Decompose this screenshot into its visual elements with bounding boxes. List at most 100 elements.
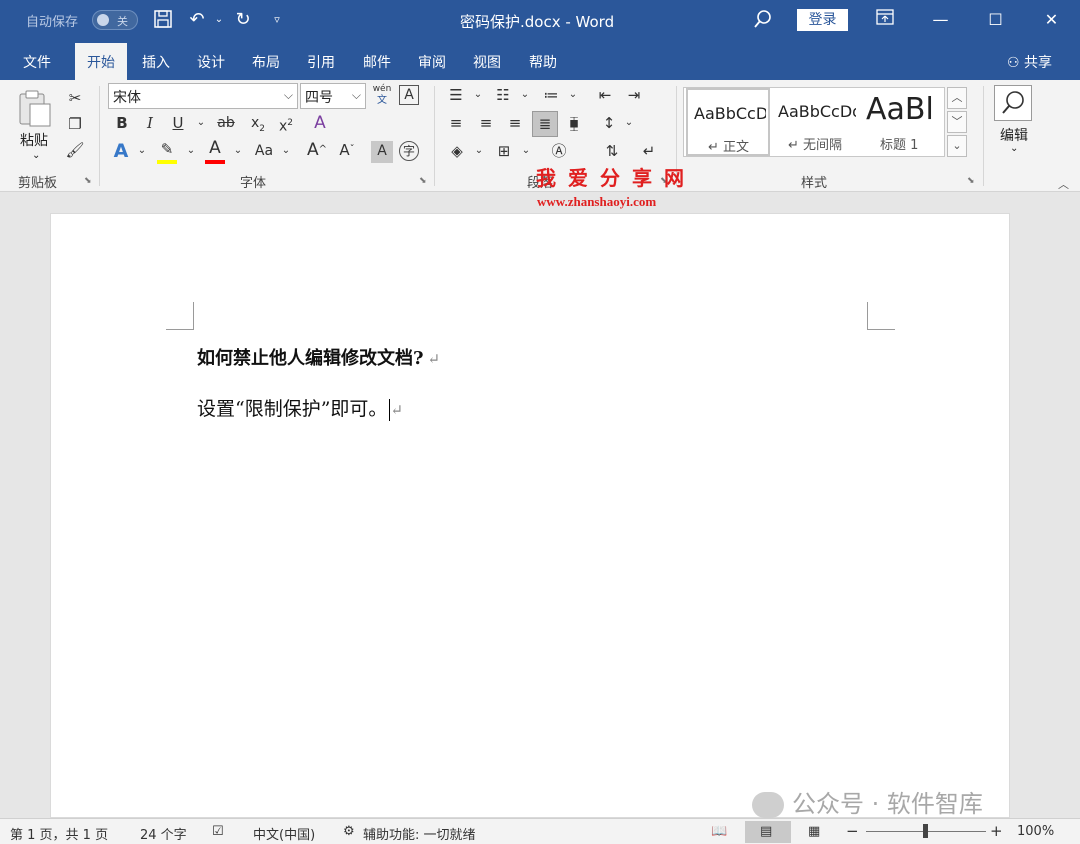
tab-file[interactable]: 文件 [23, 52, 51, 72]
align-left-icon[interactable]: ≡ [445, 113, 467, 135]
clipboard-launcher-icon[interactable]: ⬊ [84, 176, 92, 186]
change-case-icon[interactable]: Aa [253, 141, 275, 163]
style-sample: AaBl [866, 92, 934, 127]
share-button[interactable]: ⚇ 共享 [1007, 52, 1052, 72]
show-marks-icon[interactable]: ↵ [638, 141, 660, 163]
tab-references[interactable]: 引用 [307, 52, 335, 72]
read-mode-icon[interactable]: 📖 [711, 824, 727, 839]
align-center-icon[interactable]: ≡ [475, 113, 497, 135]
autosave-toggle[interactable]: 关 [92, 10, 138, 30]
line-spacing-icon[interactable]: ↕ [598, 113, 620, 135]
zoom-slider-thumb[interactable] [923, 824, 928, 838]
minimize-icon[interactable]: — [913, 0, 968, 40]
chevron-down-icon[interactable]: ⌄ [227, 141, 249, 163]
chevron-down-icon[interactable]: ⌄ [468, 141, 490, 163]
undo-icon[interactable]: ↶ [186, 9, 208, 31]
chinese-layout-icon[interactable]: Ⓐ [548, 141, 570, 163]
page-info[interactable]: 第 1 页，共 1 页 [10, 824, 108, 843]
text-effects-icon[interactable]: A [110, 141, 132, 163]
font-name-combo[interactable]: 宋体 ⌵ [108, 83, 298, 109]
customize-icon[interactable]: ▿ [266, 9, 288, 31]
decrease-indent-icon[interactable]: ⇤ [594, 85, 616, 107]
tab-view[interactable]: 视图 [473, 52, 501, 72]
numbering-icon[interactable]: ☷ [492, 85, 514, 107]
tab-home[interactable]: 开始 [75, 43, 127, 80]
chevron-down-icon[interactable]: ⌄ [275, 141, 297, 163]
tab-help[interactable]: 帮助 [529, 52, 557, 72]
login-button[interactable]: 登录 [797, 9, 848, 31]
italic-icon[interactable]: I [139, 113, 161, 135]
print-layout-icon[interactable]: ▤ [760, 824, 772, 839]
style-heading-1[interactable]: AaBl 标题 1 [860, 88, 944, 156]
web-layout-icon[interactable]: ▦ [808, 824, 820, 839]
paste-button[interactable]: 粘贴 ⌄ [14, 88, 60, 168]
bullets-icon[interactable]: ☰ [445, 85, 467, 107]
font-launcher-icon[interactable]: ⬊ [419, 176, 427, 186]
subscript-icon[interactable]: x2 [247, 113, 269, 135]
superscript-icon[interactable]: x2 [275, 113, 297, 135]
language-indicator[interactable]: 中文(中国) [253, 824, 315, 843]
increase-indent-icon[interactable]: ⇥ [623, 85, 645, 107]
chevron-down-icon[interactable]: ⌄ [515, 141, 537, 163]
zoom-out-button[interactable]: − [846, 822, 859, 840]
styles-scroll-up-icon[interactable]: ︿ [947, 87, 967, 109]
justify-icon[interactable]: ≣ [532, 111, 558, 137]
font-size-combo[interactable]: 四号 ⌵ [300, 83, 366, 109]
styles-more-icon[interactable]: ⌄ [947, 135, 967, 157]
tab-layout[interactable]: 布局 [252, 52, 280, 72]
copy-icon[interactable]: ❐ [64, 114, 86, 136]
redo-icon[interactable]: ↻ [232, 9, 254, 31]
maximize-icon[interactable]: ☐ [968, 0, 1023, 40]
tab-review[interactable]: 审阅 [418, 52, 446, 72]
cut-icon[interactable]: ✂ [64, 88, 86, 110]
sort-icon[interactable]: ⇅ [601, 141, 623, 163]
shrink-font-icon[interactable]: Aˇ [336, 140, 358, 162]
grow-font-icon[interactable]: A^ [306, 140, 328, 162]
zoom-in-button[interactable]: + [990, 822, 1003, 840]
style-normal[interactable]: AaBbCcDd ↵ 正文 [686, 88, 770, 156]
chevron-down-icon[interactable]: ⌄ [190, 113, 212, 135]
align-right-icon[interactable]: ≡ [504, 113, 526, 135]
strikethrough-icon[interactable]: ab [215, 113, 237, 135]
multilevel-list-icon[interactable]: ≔ [540, 85, 562, 107]
tab-insert[interactable]: 插入 [142, 52, 170, 72]
styles-scroll-down-icon[interactable]: ﹀ [947, 111, 967, 133]
underline-icon[interactable]: U [167, 113, 189, 135]
highlight-icon[interactable]: ✎ [156, 139, 178, 164]
tab-design[interactable]: 设计 [197, 52, 225, 72]
distributed-icon[interactable]: ⧯ [563, 113, 585, 135]
character-shading-icon[interactable]: A [371, 141, 393, 163]
character-border-icon[interactable]: A [399, 85, 419, 105]
style-no-spacing[interactable]: AaBbCcDd ↵ 无间隔 [772, 88, 858, 156]
document-page[interactable]: 如何禁止他人编辑修改文档? ↵ 设置“限制保护”即可。 ↵ [50, 213, 1010, 818]
save-icon[interactable] [152, 9, 174, 31]
collapse-ribbon-icon[interactable]: ︿ [1058, 176, 1069, 192]
enclose-characters-icon[interactable]: 字 [399, 141, 419, 161]
chevron-down-icon[interactable]: ⌄ [131, 141, 153, 163]
document-heading[interactable]: 如何禁止他人编辑修改文档? ↵ [197, 344, 440, 370]
document-body[interactable]: 设置“限制保护”即可。 ↵ [197, 394, 403, 421]
font-color-icon[interactable]: A [204, 138, 226, 164]
zoom-level[interactable]: 100% [1017, 824, 1054, 839]
borders-icon[interactable]: ⊞ [493, 141, 515, 163]
proofing-icon[interactable]: ☑ [212, 824, 224, 839]
chevron-down-icon[interactable]: ⌄ [618, 113, 640, 135]
tab-mailings[interactable]: 邮件 [363, 52, 391, 72]
shading-icon[interactable]: ◈ [446, 141, 468, 163]
editing-button[interactable]: 编辑 ⌄ [994, 85, 1036, 165]
ribbon-display-icon[interactable] [857, 0, 912, 40]
chevron-down-icon[interactable]: ⌄ [562, 85, 584, 107]
format-painter-icon[interactable]: 🖌 [64, 140, 86, 162]
styles-launcher-icon[interactable]: ⬊ [967, 176, 975, 186]
clear-formatting-icon[interactable]: A [309, 113, 331, 135]
undo-dropdown-icon[interactable]: ⌄ [208, 9, 230, 31]
close-icon[interactable]: ✕ [1024, 0, 1079, 40]
word-count[interactable]: 24 个字 [140, 824, 187, 843]
chevron-down-icon[interactable]: ⌄ [514, 85, 536, 107]
chevron-down-icon[interactable]: ⌄ [467, 85, 489, 107]
chevron-down-icon[interactable]: ⌄ [180, 141, 202, 163]
bold-icon[interactable]: B [111, 113, 133, 135]
accessibility-status[interactable]: 辅助功能: 一切就绪 [363, 824, 476, 843]
phonetic-guide-button[interactable]: wén 文 [372, 84, 392, 106]
search-icon[interactable] [752, 9, 774, 31]
